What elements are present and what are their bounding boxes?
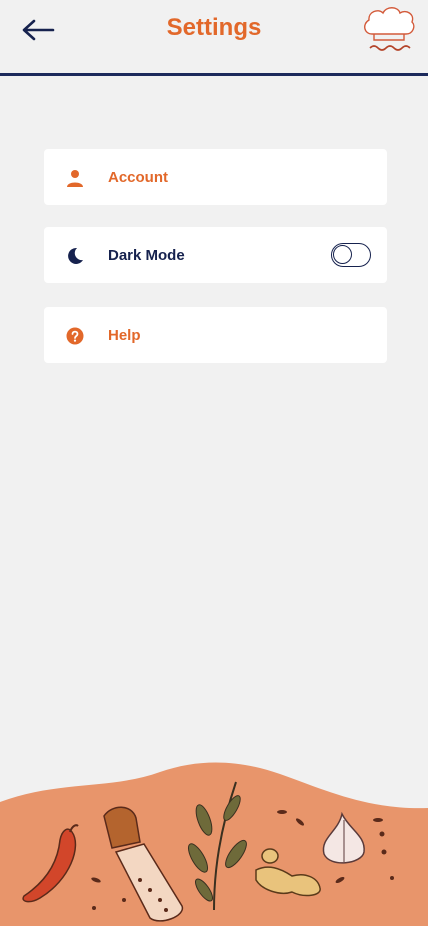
help-label: Help: [108, 327, 141, 344]
moon-icon: [64, 245, 86, 267]
dark-mode-toggle[interactable]: [331, 243, 371, 267]
dark-mode-item: Dark Mode: [44, 227, 387, 283]
help-icon: [64, 325, 86, 347]
dark-mode-label: Dark Mode: [108, 247, 185, 264]
help-item[interactable]: Help: [44, 307, 387, 363]
chef-hat-logo: [364, 7, 415, 51]
spices-illustration: [0, 762, 428, 926]
account-label: Account: [108, 169, 168, 186]
account-item[interactable]: Account: [44, 149, 387, 205]
toggle-knob: [333, 245, 352, 264]
person-icon: [64, 167, 86, 189]
app-header: Settings: [0, 0, 428, 76]
